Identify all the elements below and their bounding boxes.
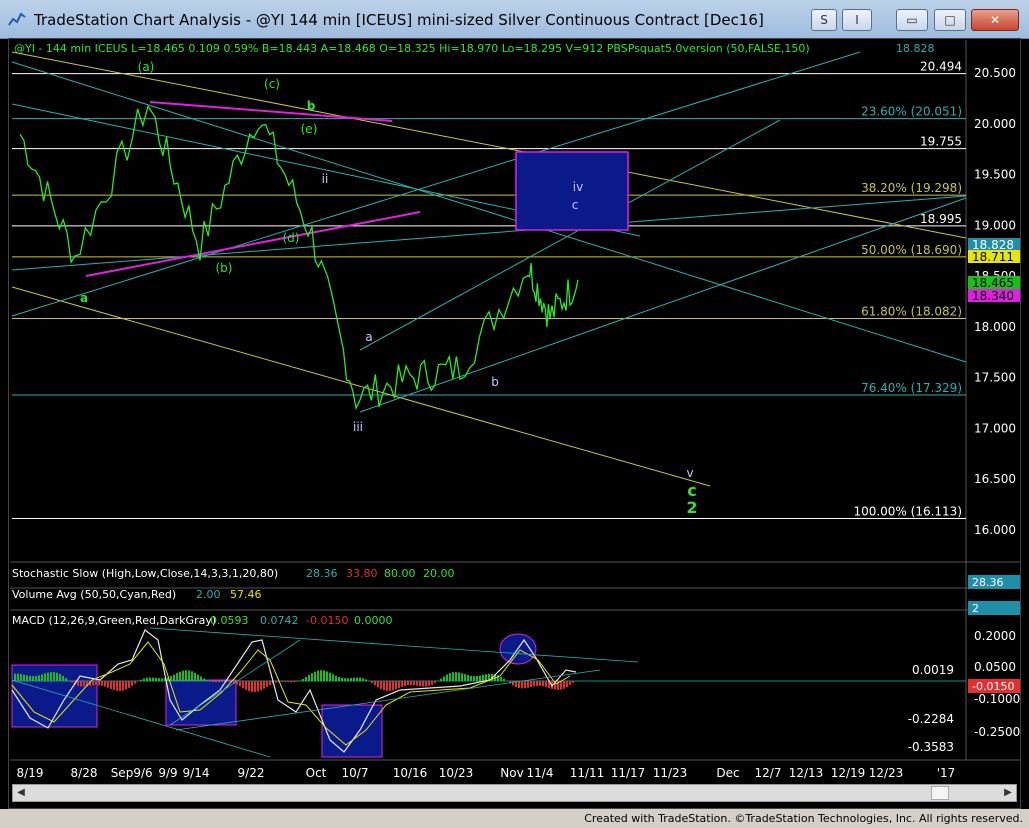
wave-label: iv [573,180,583,194]
date-axis-label: 12/7 [755,766,782,780]
date-axis-label: 8/28 [71,766,98,780]
macd-axis-label: 0.0500 [974,660,1016,674]
date-axis-label: 11/11 [570,766,605,780]
wave-label: (e) [301,122,318,136]
date-axis-label: 11/17 [611,766,646,780]
level-label: 18.995 [920,212,962,226]
price-axis-label: 20.000 [974,117,1016,131]
price-axis-label: 16.000 [974,523,1016,537]
stoch-value-2: 33.80 [346,567,378,580]
wave-labels: (a)(c)b(e)ii(d)(b)aaiiibivcvc2 [80,60,698,517]
date-axis-label: 12/19 [831,766,866,780]
wave-label: 2 [686,498,697,517]
wave-label: c [572,198,579,212]
date-axis-label: 10/16 [393,766,428,780]
price-tag: 18.711 [972,250,1014,264]
wave-label: (c) [264,77,280,91]
wave-label: iii [353,420,363,434]
date-axis-label: 9/14 [183,766,210,780]
wave-label: ii [322,172,329,186]
volume-label: Volume Avg (50,50,Cyan,Red) [12,588,176,601]
price-axis-label: 16.500 [974,472,1016,486]
date-axis-label: Nov [500,766,523,780]
level-label: 38.20% (19.298) [861,181,962,195]
symbol-info: @YI - 144 min ICEUS L=18.465 0.109 0.59%… [14,42,810,55]
date-axis-label: 9/22 [238,766,265,780]
level-label: 50.00% (18.690) [861,243,962,257]
level-label: 19.755 [920,135,962,149]
scroll-right-icon[interactable]: ▶ [1000,785,1016,801]
date-axis-label: 8/19 [17,766,44,780]
date-axis-label: 12/23 [869,766,904,780]
stoch-value-1: 28.36 [306,567,338,580]
horizontal-scrollbar[interactable]: ◀ ▶ [12,784,1017,802]
level-label: 100.00% (16.113) [853,505,962,519]
date-axis: 8/19 8/28 Sep 9/6 9/9 9/14 9/22 Oct 10/7 10/16 10/… [17,766,956,780]
last-value: 18.828 [896,42,935,55]
date-axis-label: Dec [716,766,739,780]
macd-level-label: -0.2284 [908,712,954,726]
date-axis-label: 9/6 [133,766,152,780]
macd-axis-label: -0.2500 [974,725,1020,739]
scroll-left-icon[interactable]: ◀ [13,785,29,801]
date-axis-label: Sep [111,766,134,780]
scroll-thumb[interactable] [931,786,949,800]
volume-value-2: 57.46 [230,588,262,601]
macd-value-1: 0.0593 [210,614,249,627]
price-axis-label: 18.000 [974,320,1016,334]
date-axis-label: '17 [937,766,956,780]
footer-text: Created with TradeStation. ©TradeStation… [584,812,1023,825]
macd-levels: 0.0019 -0.2284 -0.3583 [908,663,954,754]
macd-axis-label: 0.2000 [974,629,1016,643]
wave-label: (d) [283,231,300,245]
date-axis-label: 9/9 [158,766,177,780]
macd-label: MACD (12,26,9,Green,Red,DarkGray) [12,614,216,627]
macd-level-label: -0.3583 [908,740,954,754]
date-axis-label: 12/13 [789,766,824,780]
level-label: 23.60% (20.051) [861,105,962,119]
stoch-value-4: 20.00 [423,567,455,580]
macd-level-label: 0.0019 [912,663,954,677]
wave-label: (b) [216,261,233,275]
price-axis-label: 19.500 [974,168,1016,182]
level-label: 76.40% (17.329) [861,381,962,395]
chart-canvas[interactable]: @YI - 144 min ICEUS L=18.465 0.109 0.59%… [0,0,1029,828]
macd-axis-label: -0.1000 [974,692,1020,706]
stoch-tag: 28.36 [972,576,1004,589]
level-label: 20.494 [920,60,962,74]
price-axis-label: 19.000 [974,218,1016,232]
macd-value-3: -0.0150 [306,614,348,627]
wave-label: v [686,466,693,480]
volume-value-1: 2.00 [196,588,221,601]
macd-value-4: 0.0000 [354,614,393,627]
date-axis-label: 10/23 [439,766,474,780]
date-axis-label: 11/4 [527,766,554,780]
macd-tag: -0.0150 [972,680,1014,693]
price-tag: 18.340 [972,289,1014,303]
footer: Created with TradeStation. ©TradeStation… [0,809,1029,828]
price-axis-label: 20.500 [974,66,1016,80]
wave-label: b [307,99,316,113]
wave-label: b [491,375,499,389]
macd-box-3 [321,704,383,758]
date-axis-label: Oct [306,766,327,780]
macd-value-2: 0.0742 [260,614,299,627]
level-label: 61.80% (18.082) [861,305,962,319]
price-axis-label: 17.000 [974,421,1016,435]
stoch-label: Stochastic Slow (High,Low,Close,14,3,3,1… [12,567,278,580]
wave-label: a [80,291,88,305]
price-axis-label: 17.500 [974,371,1016,385]
wave-label: a [365,330,372,344]
volume-tag: 2 [972,602,979,615]
stoch-value-3: 80.00 [384,567,416,580]
fib-levels: 20.494 23.60% (20.051) 19.755 38.20% (19.29… [12,60,966,520]
date-axis-label: 11/23 [653,766,688,780]
wave-label: (a) [138,60,155,74]
date-axis-label: 10/7 [342,766,369,780]
price-tag: 18.465 [972,276,1014,290]
